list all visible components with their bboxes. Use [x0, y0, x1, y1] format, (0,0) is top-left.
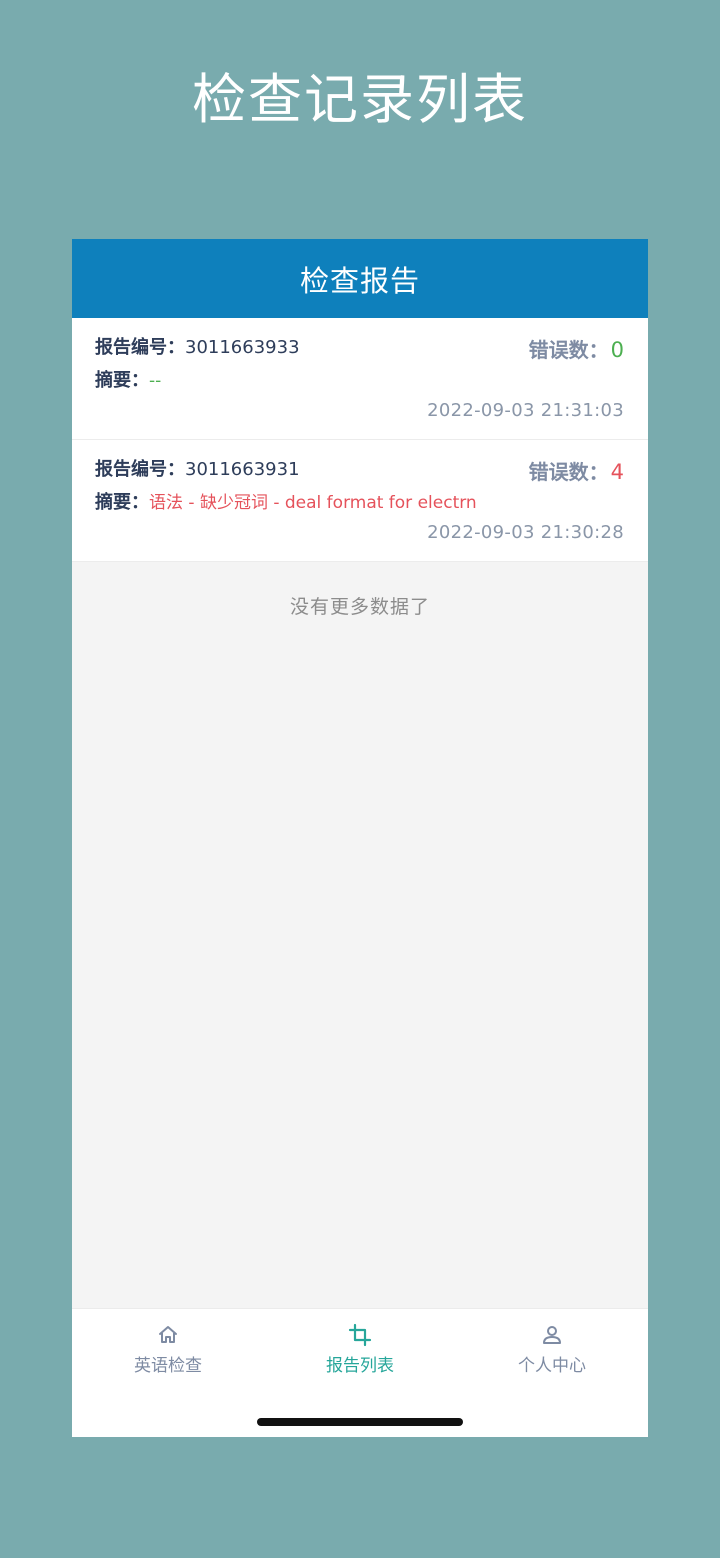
tab-label: 个人中心	[518, 1356, 586, 1376]
tab-report-list[interactable]: 报告列表	[300, 1323, 420, 1376]
error-count-label: 错误数：	[528, 338, 609, 362]
user-icon	[543, 1326, 561, 1344]
error-count-value: 0	[610, 338, 624, 362]
report-id-row: 报告编号：3011663933	[95, 338, 300, 358]
home-indicator[interactable]	[257, 1418, 463, 1426]
error-count-row: 错误数：0	[529, 338, 624, 362]
phone-screen: 检查报告 报告编号：3011663933 错误数：0 摘要：-- 2022-09…	[72, 239, 648, 1437]
report-id-label: 报告编号：	[95, 337, 185, 358]
summary-row: 摘要：语法 - 缺少冠词 - deal format for electrn	[95, 492, 477, 514]
summary-label: 摘要：	[95, 370, 149, 391]
tab-profile[interactable]: 个人中心	[492, 1323, 612, 1376]
nav-bar: 检查报告	[72, 239, 648, 318]
nav-title: 检查报告	[299, 263, 420, 298]
crop-icon	[348, 1323, 372, 1347]
summary-row: 摘要：--	[95, 370, 162, 392]
report-id-row: 报告编号：3011663931	[95, 460, 300, 480]
summary-text: --	[149, 371, 162, 391]
report-card[interactable]: 报告编号：3011663933 错误数：0 摘要：-- 2022-09-03 2…	[72, 318, 648, 440]
tab-label: 报告列表	[326, 1356, 394, 1376]
report-id-label: 报告编号：	[95, 459, 185, 480]
tab-english-check[interactable]: 英语检查	[108, 1323, 228, 1376]
report-id-value: 3011663931	[185, 459, 300, 480]
report-timestamp: 2022-09-03 21:31:03	[427, 400, 624, 421]
error-count-row: 错误数：4	[529, 460, 624, 484]
summary-text: 语法 - 缺少冠词 - deal format for electrn	[149, 493, 477, 513]
error-count-value: 4	[610, 460, 624, 484]
report-timestamp: 2022-09-03 21:30:28	[427, 522, 624, 543]
summary-label: 摘要：	[95, 492, 149, 513]
list-end-text: 没有更多数据了	[289, 596, 430, 618]
tab-bar: 英语检查 报告列表 个人中心	[72, 1308, 648, 1437]
report-card[interactable]: 报告编号：3011663931 错误数：4 摘要：语法 - 缺少冠词 - dea…	[72, 440, 648, 562]
promo-title: 检查记录列表	[192, 68, 528, 131]
home-icon	[159, 1326, 177, 1343]
tab-label: 英语检查	[134, 1356, 202, 1376]
error-count-label: 错误数：	[528, 460, 609, 484]
report-id-value: 3011663933	[185, 337, 300, 358]
